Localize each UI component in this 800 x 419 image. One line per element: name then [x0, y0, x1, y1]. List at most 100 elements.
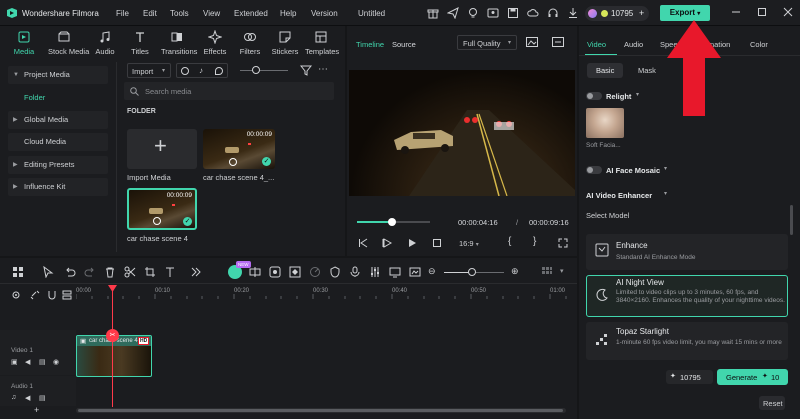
tab-video[interactable]: Video [587, 40, 606, 49]
split-icon[interactable] [124, 266, 136, 278]
chevron-down-icon[interactable]: ▾ [636, 91, 639, 98]
tab-audio[interactable]: Audio [624, 40, 643, 49]
crop-icon[interactable] [144, 266, 156, 278]
stop-icon[interactable] [432, 238, 442, 248]
tab-stock-media[interactable]: Stock Media [48, 30, 89, 56]
slider-thumb[interactable] [252, 66, 260, 74]
tab-media[interactable]: Media [8, 30, 40, 56]
scene-detect-icon[interactable] [269, 266, 281, 278]
search-field[interactable]: Search media [124, 82, 334, 100]
record-icon[interactable] [181, 67, 189, 75]
microphone-icon[interactable]: ♪ [199, 66, 203, 75]
zoom-in-icon[interactable]: ⊕ [511, 266, 519, 277]
panel-scrollbar[interactable] [790, 205, 793, 235]
more-icon[interactable]: ⋯ [318, 64, 328, 75]
relight-preset-thumbnail[interactable] [586, 108, 624, 138]
headset-icon[interactable] [547, 7, 559, 19]
generate-button[interactable]: Generate ✦ 10 [717, 369, 788, 385]
previous-frame-icon[interactable] [358, 238, 368, 248]
scissors-icon[interactable]: ✂ [106, 329, 119, 342]
minimize-icon[interactable] [730, 6, 742, 18]
model-card-starlight[interactable]: Topaz Starlight 1-minute 60 fps video li… [586, 322, 788, 360]
track-layout-icon[interactable] [62, 290, 72, 300]
media-thumbnail[interactable]: 00:00:09 ✓ [203, 129, 275, 169]
sidebar-item-influence-kit[interactable]: ▶ Influence Kit [8, 178, 108, 196]
magnet-icon[interactable] [47, 290, 57, 300]
chevron-down-icon[interactable]: ▾ [664, 190, 667, 197]
sidebar-item-global-media[interactable]: ▶ Global Media [8, 111, 108, 129]
delete-icon[interactable] [104, 266, 116, 278]
subtab-basic[interactable]: Basic [587, 63, 623, 78]
microphone-icon[interactable] [349, 266, 361, 278]
layout-grid-icon[interactable] [12, 266, 24, 278]
mark-out-icon[interactable]: } [533, 236, 536, 247]
speaker-icon[interactable]: ◀ [25, 394, 30, 402]
quality-dropdown[interactable]: Full Quality ▾ [457, 35, 517, 50]
mark-in-icon[interactable]: { [508, 236, 511, 247]
relight-toggle[interactable] [586, 92, 602, 100]
maximize-icon[interactable] [756, 6, 768, 18]
sidebar-item-cloud-media[interactable]: Cloud Media [8, 133, 108, 151]
playhead-handle[interactable] [388, 218, 396, 226]
cloud-icon[interactable] [527, 7, 539, 19]
tab-transitions[interactable]: Transitions [161, 30, 197, 56]
import-dropdown[interactable]: Import ▾ [127, 63, 171, 78]
thumbnail-size-slider[interactable] [240, 70, 288, 71]
play-icon[interactable] [407, 238, 417, 248]
send-icon[interactable] [447, 7, 459, 19]
menu-file[interactable]: File [116, 9, 129, 18]
tab-audio[interactable]: Audio [89, 30, 121, 56]
add-track-icon[interactable]: + [34, 405, 39, 415]
profile-card-icon[interactable] [487, 7, 499, 19]
import-media-tile[interactable]: + [127, 129, 197, 169]
play-icon[interactable] [382, 238, 392, 248]
snapshot-icon[interactable] [526, 37, 538, 47]
subtab-mask[interactable]: Mask [638, 66, 656, 75]
shield-icon[interactable] [329, 266, 341, 278]
aspect-ratio-dropdown[interactable]: 16:9 ▾ [459, 239, 479, 248]
lightbulb-icon[interactable] [467, 7, 479, 19]
model-card-enhance[interactable]: Enhance Standard AI Enhance Mode [586, 234, 788, 270]
speaker-icon[interactable]: ◀ [25, 358, 30, 366]
settings-icon[interactable] [11, 290, 21, 300]
media-thumbnail-selected[interactable]: 00:00:09 ✓ [127, 188, 197, 230]
fullscreen-icon[interactable] [558, 238, 568, 248]
tab-stickers[interactable]: Stickers [269, 30, 301, 56]
face-mosaic-toggle[interactable] [586, 166, 602, 174]
chevron-down-icon[interactable]: ▾ [560, 267, 564, 275]
tab-source[interactable]: Source [392, 40, 416, 49]
timeline-scrollbar-thumb[interactable] [78, 409, 563, 412]
menu-extended[interactable]: Extended [234, 9, 268, 18]
lock-icon[interactable]: ▤ [39, 358, 46, 366]
video-preview[interactable] [349, 70, 575, 196]
gift-icon[interactable] [427, 7, 439, 19]
display-settings-icon[interactable] [552, 37, 564, 47]
close-icon[interactable] [782, 6, 794, 18]
auto-reframe-icon[interactable] [249, 266, 261, 278]
tab-templates[interactable]: Templates [305, 30, 339, 56]
tab-titles[interactable]: Titles [124, 30, 156, 56]
model-card-night-view[interactable]: AI Night View Limited to video clips up … [586, 275, 788, 317]
reset-button[interactable]: Reset [759, 396, 785, 410]
menu-view[interactable]: View [203, 9, 220, 18]
tab-filters[interactable]: Filters [234, 30, 266, 56]
grid-view-icon[interactable] [541, 266, 553, 278]
eye-icon[interactable]: ◉ [53, 358, 59, 366]
audio-mixer-icon[interactable] [369, 266, 381, 278]
menu-version[interactable]: Version [311, 9, 338, 18]
track-video-icon[interactable]: ▣ [11, 358, 18, 366]
menu-edit[interactable]: Edit [143, 9, 157, 18]
redo-icon[interactable] [84, 266, 96, 278]
lock-icon[interactable]: ▤ [39, 394, 46, 402]
more-tools-icon[interactable] [190, 266, 202, 278]
filter-icon[interactable] [300, 64, 312, 76]
keyframe-icon[interactable] [289, 266, 301, 278]
speed-ramp-icon[interactable] [309, 266, 321, 278]
zoom-slider-thumb[interactable] [468, 268, 476, 276]
timeline-playhead-line[interactable] [112, 287, 113, 407]
sidebar-item-project-media[interactable]: ▼ Project Media [8, 66, 108, 84]
text-tool-icon[interactable] [164, 266, 176, 278]
tab-effects[interactable]: Effects [199, 30, 231, 56]
sidebar-item-editing-presets[interactable]: ▶ Editing Presets [8, 156, 108, 174]
download-icon[interactable] [567, 7, 579, 19]
